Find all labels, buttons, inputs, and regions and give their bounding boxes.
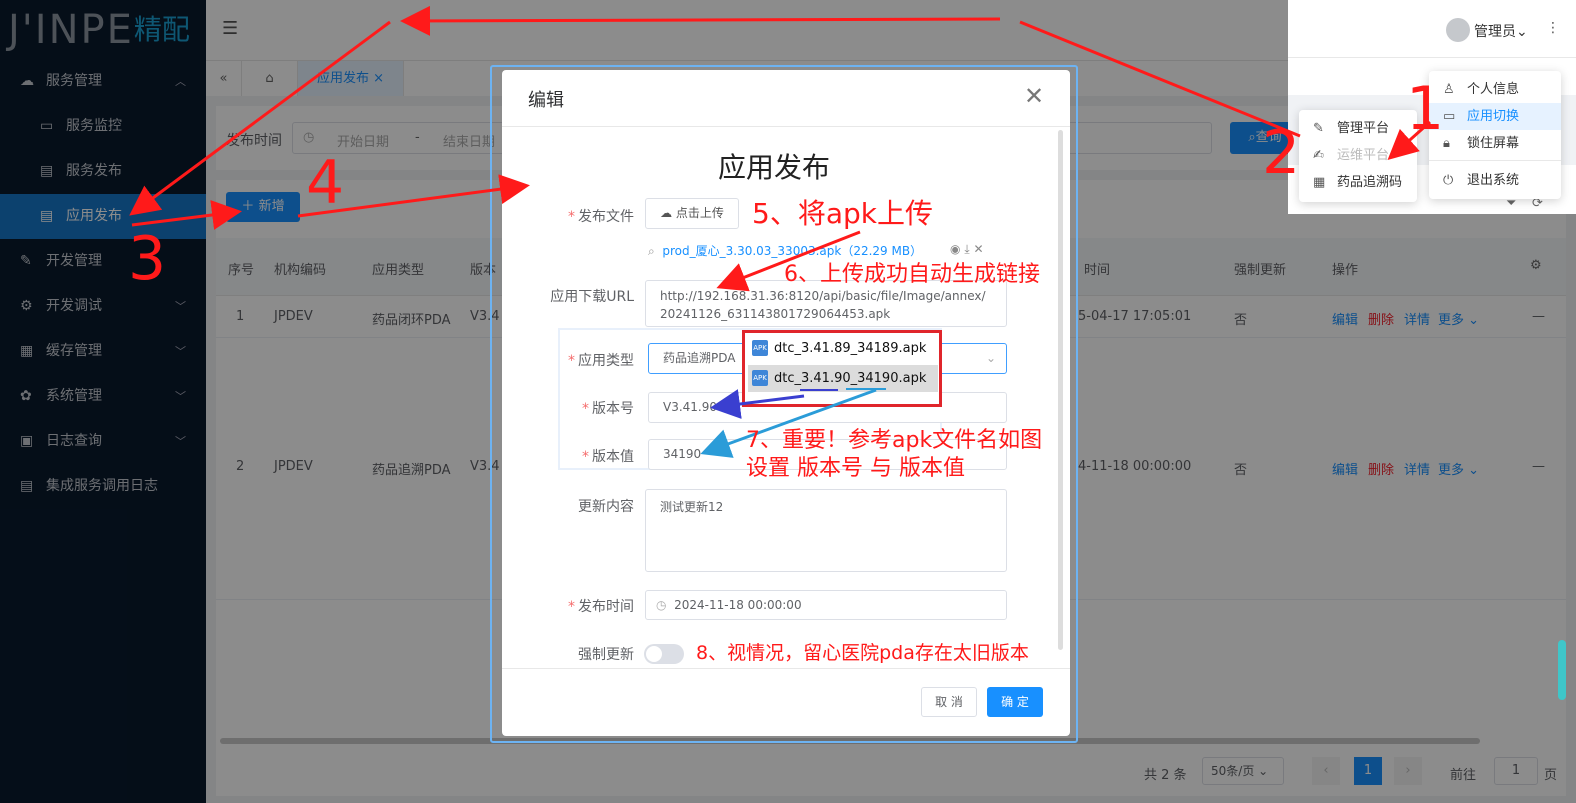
annotation-step-3: 3: [128, 224, 167, 294]
arrow: [129, 20, 391, 216]
annotation-step-2: 2: [1262, 118, 1301, 188]
annotation-step-7b: 设置 版本号 与 版本值: [746, 456, 965, 481]
annotation-arrows: [129, 5, 1432, 458]
arrow: [400, 5, 1001, 36]
annotation-step-8: 8、视情况，留心医院pda存在太旧版本: [696, 642, 1029, 664]
arrow: [1019, 20, 1301, 138]
annotation-step-6: 6、上传成功自动生成链接: [784, 262, 1040, 287]
page-scrollbar[interactable]: [1558, 640, 1566, 700]
arrow: [710, 389, 805, 419]
annotation-step-4: 4: [306, 148, 345, 218]
annotation-step-5: 5、将apk上传: [752, 197, 933, 230]
annotation-step-1: 1: [1406, 74, 1445, 144]
